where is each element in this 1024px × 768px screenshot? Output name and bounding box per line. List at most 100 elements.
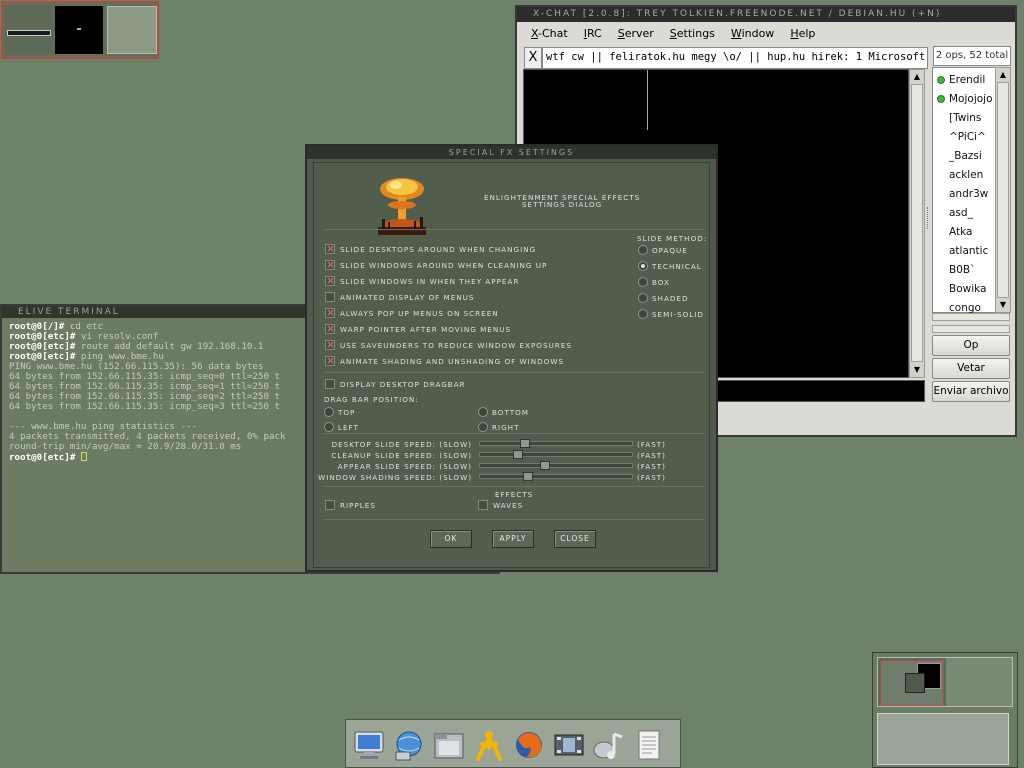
op-button[interactable]: Op [932, 335, 1010, 356]
effect-option-label: SLIDE DESKTOPS AROUND WHEN CHANGING [340, 245, 537, 254]
speed-slider-track[interactable] [479, 439, 633, 448]
topic-field[interactable]: wtf cw || feliratok.hu megy \o/ || hup.h… [542, 47, 928, 69]
display-dragbar-checkbox[interactable] [325, 379, 335, 389]
effect-option-checkbox[interactable] [325, 292, 335, 302]
dialog-titlebar[interactable]: SPECIAL FX SETTINGS [307, 146, 716, 159]
effect-option-checkbox[interactable] [325, 242, 335, 255]
userlist-hscroll[interactable] [932, 313, 1010, 321]
effect-checkbox[interactable] [325, 500, 335, 510]
slide-method-label: BOX [652, 278, 670, 287]
speed-slider-track[interactable] [479, 472, 633, 481]
slide-method-radio[interactable] [638, 293, 648, 303]
slider-handle[interactable] [520, 439, 530, 448]
scroll-up-icon[interactable]: ▲ [911, 71, 923, 83]
op-status-icon [937, 76, 945, 84]
kick-button[interactable]: Vetar [932, 358, 1010, 379]
user-nick: B0B` [949, 264, 976, 276]
user-nick: ^PiCi^ [949, 131, 986, 143]
speed-slider-track[interactable] [479, 461, 633, 470]
apply-button[interactable]: APPLY [492, 530, 534, 548]
effect-option-checkbox[interactable] [325, 306, 335, 319]
user-list-item[interactable]: acklen [933, 166, 997, 185]
slider-handle[interactable] [513, 450, 523, 459]
dragbar-position-label: RIGHT [492, 423, 520, 432]
user-nick: atlantic [949, 245, 989, 257]
effect-option-checkbox[interactable] [325, 258, 335, 271]
terminal-prompt: root@0[etc]# [9, 452, 76, 463]
menu-irc[interactable]: IRC [584, 27, 602, 45]
desktop-pager-bottom [872, 652, 1018, 768]
pager-desktop-1[interactable] [5, 6, 53, 54]
nick-separator[interactable] [647, 70, 648, 130]
user-list-item[interactable]: Atka [933, 223, 997, 242]
terminal-output[interactable]: root@0[/]# cd etc root@0[etc]# vi resolv.… [6, 322, 308, 572]
slider-handle[interactable] [523, 472, 533, 481]
user-list-item[interactable]: _Bazsi [933, 147, 997, 166]
menu-settings[interactable]: Settings [670, 27, 715, 45]
firefox-icon[interactable] [512, 728, 546, 762]
network-globe-icon[interactable] [392, 728, 426, 762]
pager-area-1[interactable] [877, 657, 1013, 707]
dragbar-position-radio[interactable] [478, 422, 488, 432]
slide-method-radio[interactable] [638, 277, 648, 287]
file-manager-icon[interactable] [432, 728, 466, 762]
slider-handle[interactable] [540, 461, 550, 470]
aim-messenger-icon[interactable] [472, 728, 506, 762]
application-dock [345, 719, 681, 768]
user-list-item[interactable]: B0B` [933, 261, 997, 280]
scroll-thumb[interactable] [997, 82, 1009, 298]
dragbar-position-radio[interactable] [324, 407, 334, 417]
scroll-down-icon[interactable]: ▼ [911, 364, 923, 376]
video-player-icon[interactable] [552, 728, 586, 762]
scroll-thumb[interactable] [911, 84, 923, 362]
slide-method-radio[interactable] [638, 309, 648, 319]
scroll-down-icon[interactable]: ▼ [997, 299, 1009, 311]
monitor-icon[interactable] [352, 728, 386, 762]
user-nick: _Bazsi [949, 150, 982, 162]
desktop-pager[interactable] [1, 1, 159, 59]
effect-option-checkbox[interactable] [325, 274, 335, 287]
user-list-item[interactable]: Bowika [933, 280, 997, 299]
user-list-item[interactable]: atlantic [933, 242, 997, 261]
chat-scrollbar[interactable]: ▲ ▼ [909, 69, 925, 378]
effect-option-label: ALWAYS POP UP MENUS ON SCREEN [340, 309, 499, 318]
user-list-item[interactable]: [Twins [933, 109, 997, 128]
message-input[interactable] [717, 380, 925, 402]
text-editor-icon[interactable] [632, 728, 666, 762]
user-list-item[interactable]: Mojojojo [933, 90, 997, 109]
effect-checkbox[interactable] [478, 500, 488, 510]
user-list[interactable]: Erendil Mojojojo [Twins ^PiCi^ _Bazsi acklen a… [932, 67, 997, 314]
slide-method-radio[interactable] [638, 245, 648, 255]
user-list-item[interactable]: andr3w [933, 185, 997, 204]
music-player-icon[interactable] [592, 728, 626, 762]
slide-method-radio[interactable] [638, 261, 648, 271]
user-list-item[interactable]: Erendil [933, 71, 997, 90]
userlist-hscroll-2[interactable] [932, 325, 1010, 333]
send-file-button[interactable]: Enviar archivo [932, 381, 1010, 402]
dragbar-position-radio[interactable] [324, 422, 334, 432]
menu-xchat[interactable]: X-Chat [531, 27, 568, 45]
effect-option-label: ANIMATE SHADING AND UNSHADING OF WINDOWS [340, 357, 565, 366]
user-list-item[interactable]: ^PiCi^ [933, 128, 997, 147]
scroll-up-icon[interactable]: ▲ [997, 69, 1009, 81]
menu-server[interactable]: Server [618, 27, 654, 45]
effect-option-checkbox[interactable] [325, 354, 335, 367]
close-tab-button[interactable]: X [524, 47, 542, 69]
menu-help[interactable]: Help [790, 27, 815, 45]
slide-method-label: TECHNICAL [652, 262, 702, 271]
close-button[interactable]: CLOSE [554, 530, 596, 548]
xchat-titlebar[interactable]: X-CHAT [2.0.8]: TREY TOLKIEN.FREENODE.NE… [517, 7, 1015, 22]
effect-option-label: WARP POINTER AFTER MOVING MENUS [340, 325, 512, 334]
menu-window[interactable]: Window [731, 27, 774, 45]
effect-option-checkbox[interactable] [325, 322, 335, 335]
speed-slider-track[interactable] [479, 450, 633, 459]
effect-option-checkbox[interactable] [325, 338, 335, 351]
pager-area-2[interactable] [877, 713, 1009, 765]
user-nick: Atka [949, 226, 973, 238]
pager-desktop-3[interactable] [107, 6, 157, 54]
ok-button[interactable]: OK [430, 530, 472, 548]
pager-desktop-2[interactable] [55, 6, 103, 54]
dragbar-position-radio[interactable] [478, 407, 488, 417]
userlist-scrollbar[interactable]: ▲ ▼ [995, 67, 1011, 313]
user-list-item[interactable]: asd_ [933, 204, 997, 223]
